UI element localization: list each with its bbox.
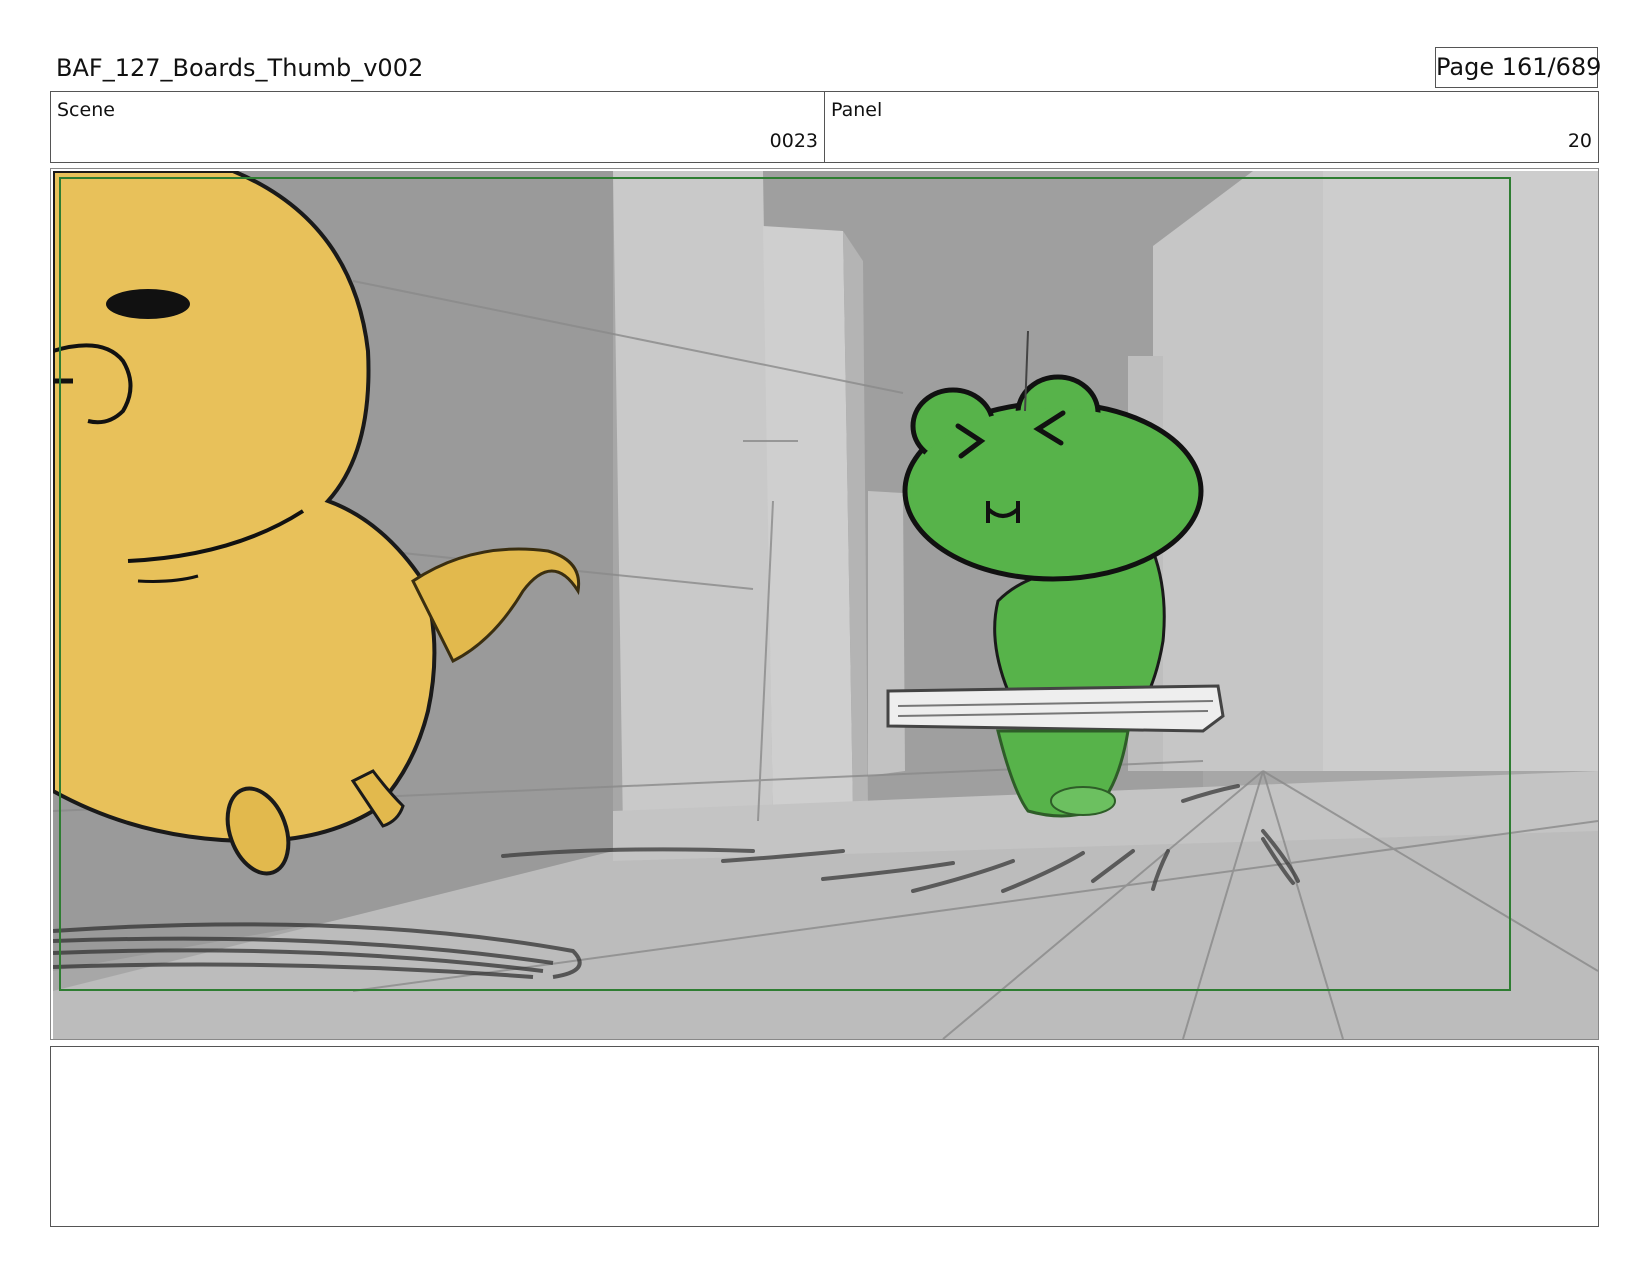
pillar-left: [613, 171, 773, 831]
scene-label: Scene: [57, 99, 115, 121]
notes-box[interactable]: [50, 1046, 1599, 1227]
page-counter: Page 161/689: [1435, 47, 1601, 88]
scene-cell: Scene 0023: [51, 92, 824, 162]
panel-drawing: [53, 171, 1598, 1039]
right-building-face: [1323, 171, 1598, 771]
document-title: BAF_127_Boards_Thumb_v002: [56, 54, 424, 82]
pillar-middle: [763, 226, 853, 821]
far-block: [868, 491, 905, 776]
scene-number: 0023: [769, 130, 818, 152]
storyboard-panel: [50, 168, 1599, 1040]
panel-number: 20: [1567, 130, 1592, 152]
panel-label: Panel: [831, 99, 883, 121]
scene-panel-info: Scene 0023 Panel 20: [50, 91, 1599, 163]
tray: [886, 684, 1225, 733]
panel-cell: Panel 20: [824, 92, 1598, 162]
